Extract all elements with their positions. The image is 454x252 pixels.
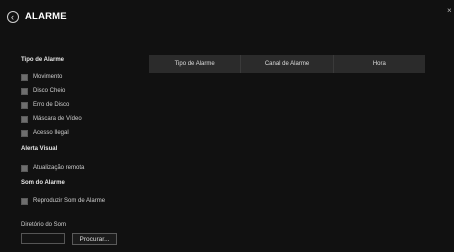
header-bar: ‹ ALARME ×: [0, 0, 454, 36]
column-time[interactable]: Hora: [334, 55, 425, 73]
checkbox-label: Movimento: [33, 74, 63, 80]
checkbox-label: Erro de Disco: [33, 102, 70, 108]
chevron-left-icon: ‹: [11, 11, 14, 22]
checkbox-row-disk-error[interactable]: Erro de Disco: [21, 101, 69, 109]
checkbox-disk-error[interactable]: [21, 101, 28, 109]
column-alarm-type[interactable]: Tipo de Alarme: [149, 55, 242, 73]
column-alarm-channel[interactable]: Canal de Alarme: [241, 55, 334, 73]
checkbox-motion[interactable]: [21, 73, 28, 81]
checkbox-row-motion[interactable]: Movimento: [21, 73, 62, 81]
checkbox-play-sound[interactable]: [21, 197, 28, 205]
alarm-sound-title: Som do Alarme: [21, 180, 65, 186]
browse-button[interactable]: Procurar...: [72, 233, 117, 245]
checkbox-row-illegal-access[interactable]: Acesso Ilegal: [21, 129, 69, 137]
alarm-type-title: Tipo de Alarme: [21, 57, 65, 63]
back-button[interactable]: ‹: [7, 11, 19, 23]
checkbox-row-video-mask[interactable]: Máscara de Vídeo: [21, 115, 82, 123]
visual-alert-title: Alerta Visual: [21, 146, 58, 152]
page-title: ALARME: [25, 11, 67, 22]
close-icon[interactable]: ×: [447, 6, 452, 15]
checkbox-label: Máscara de Vídeo: [33, 116, 82, 122]
checkbox-row-play-sound[interactable]: Reproduzir Som de Alarme: [21, 197, 105, 205]
checkbox-label: Disco Cheio: [33, 88, 66, 94]
checkbox-label: Acesso Ilegal: [33, 130, 69, 136]
checkbox-label: Atualização remota: [33, 165, 85, 171]
checkbox-remote-update[interactable]: [21, 164, 28, 172]
sound-dir-label: Diretório do Som: [21, 222, 67, 228]
sound-dir-input[interactable]: [21, 233, 65, 244]
checkbox-illegal-access[interactable]: [21, 129, 28, 137]
checkbox-video-mask[interactable]: [21, 115, 28, 123]
checkbox-row-remote-update[interactable]: Atualização remota: [21, 164, 84, 172]
alarm-table-header: Tipo de Alarme Canal de Alarme Hora: [149, 55, 425, 73]
checkbox-label: Reproduzir Som de Alarme: [33, 198, 106, 204]
checkbox-disk-full[interactable]: [21, 87, 28, 95]
checkbox-row-disk-full[interactable]: Disco Cheio: [21, 87, 65, 95]
